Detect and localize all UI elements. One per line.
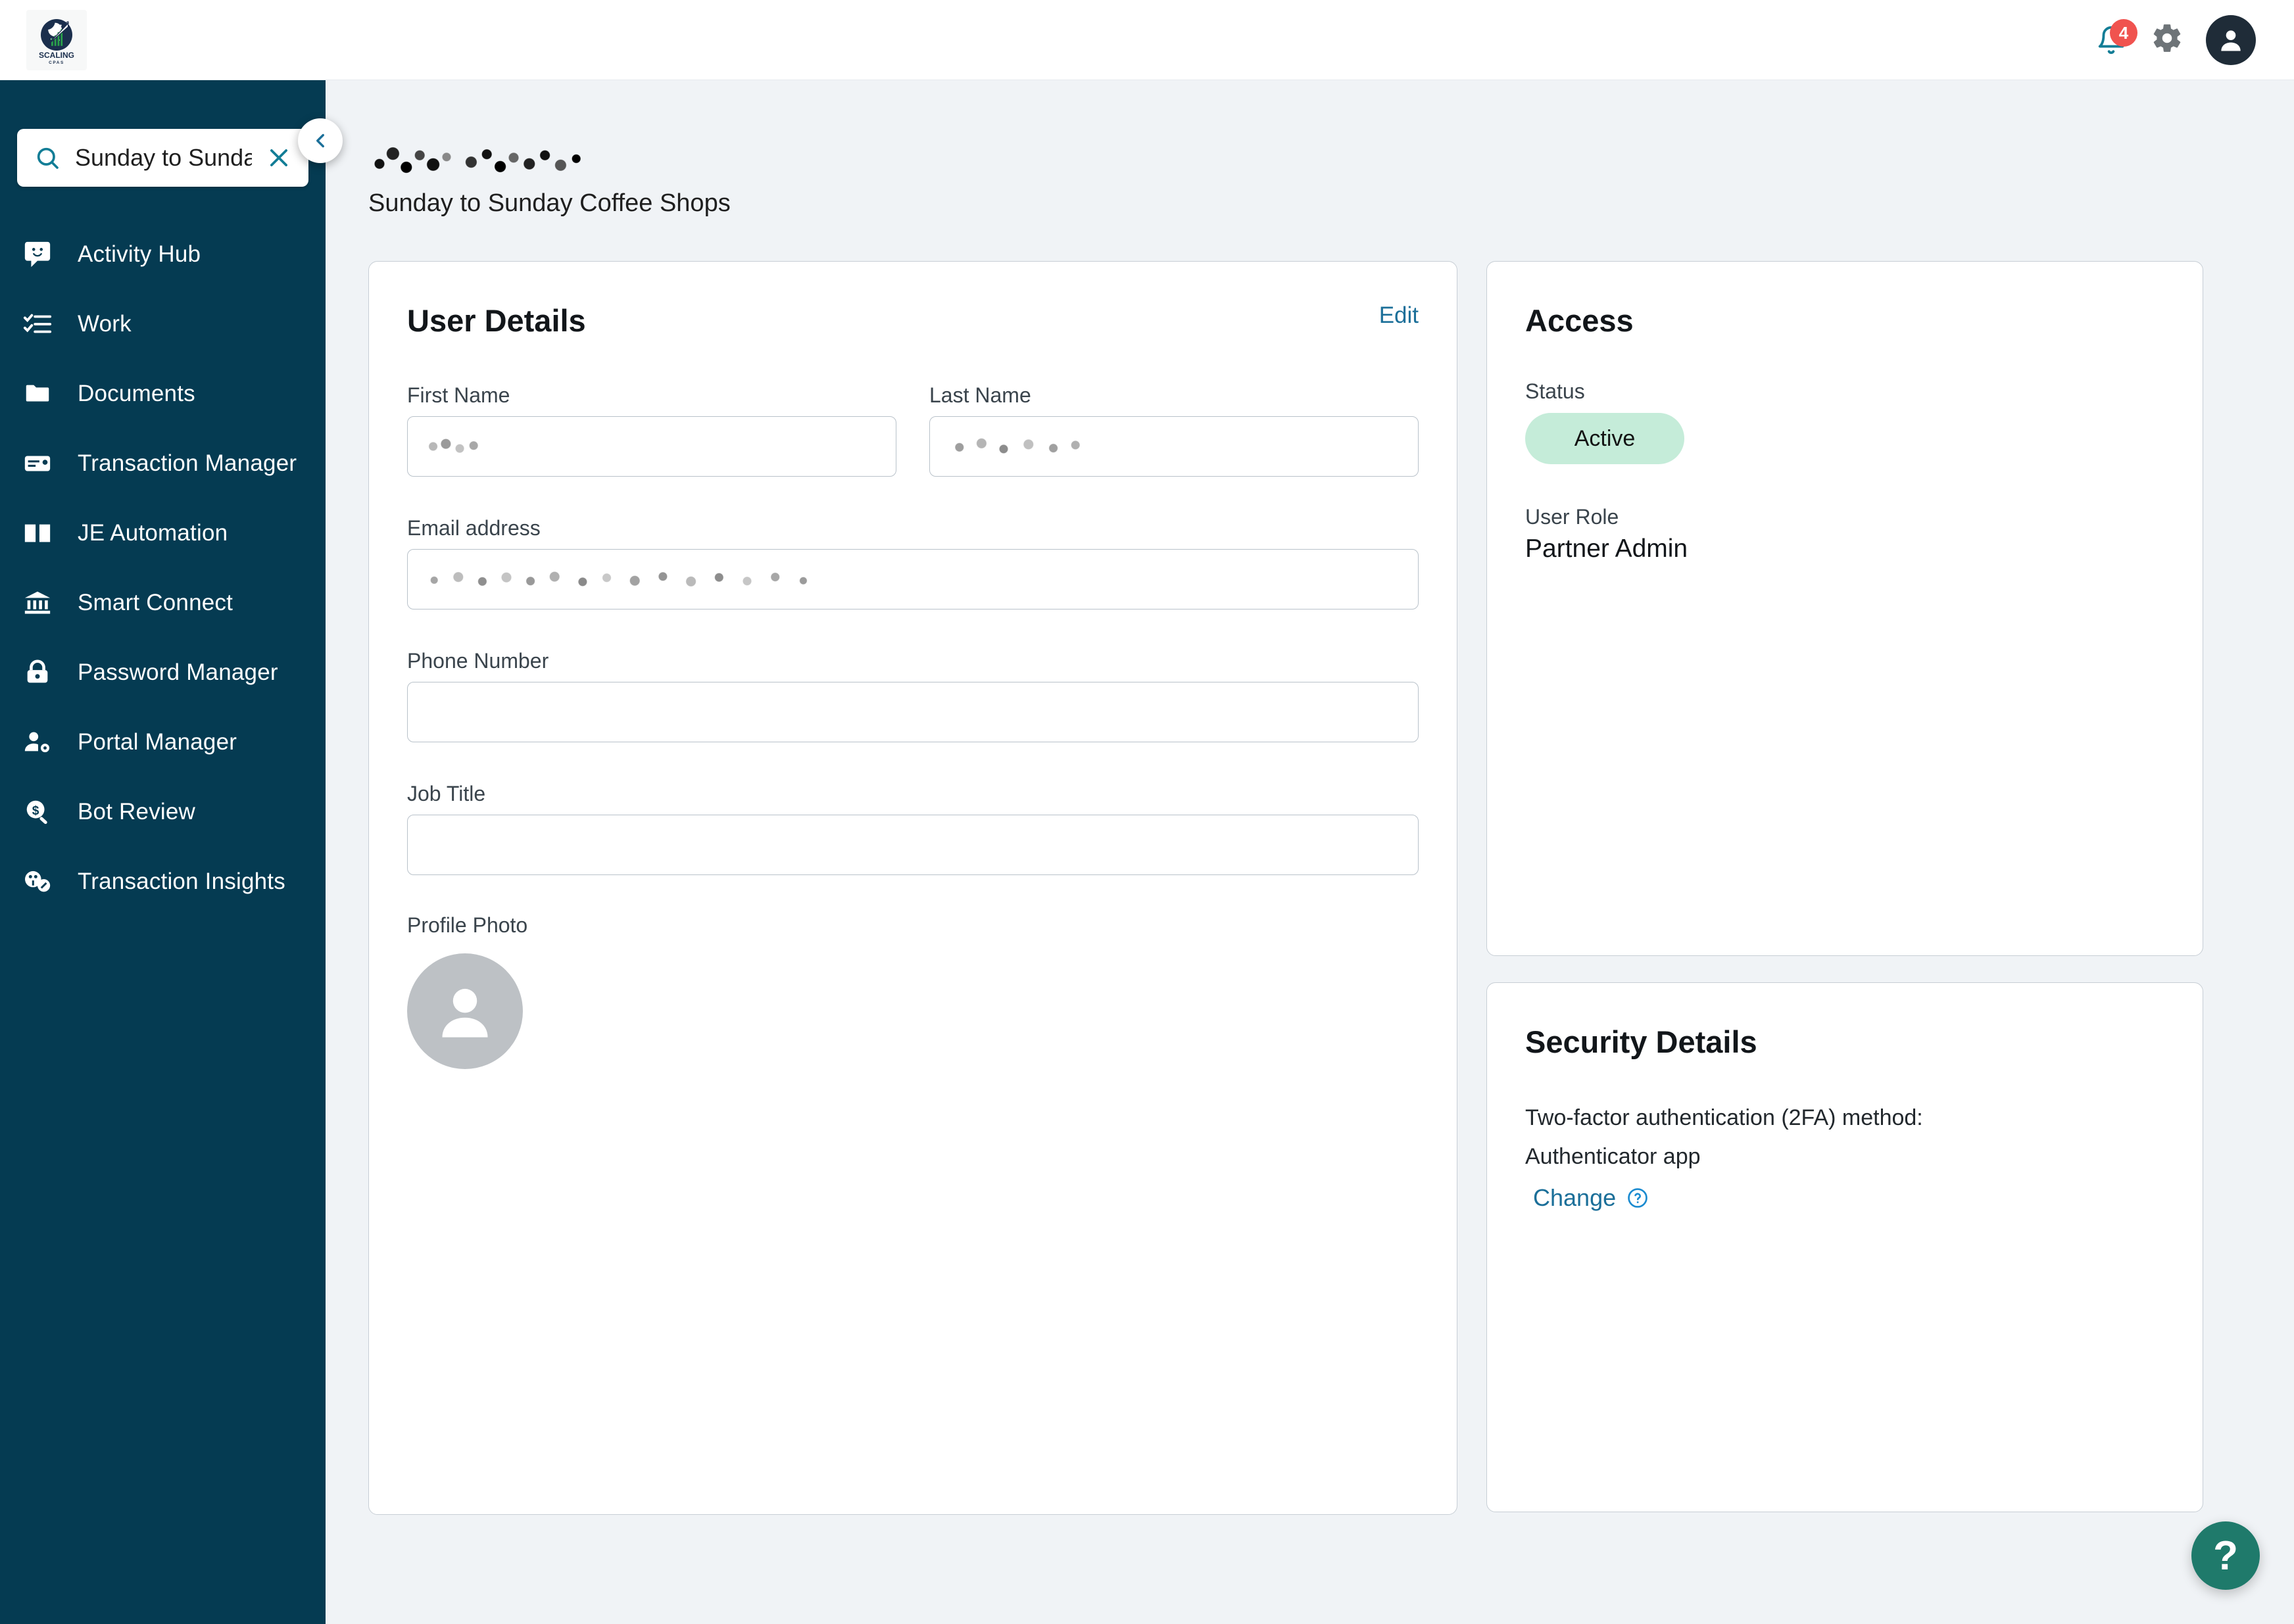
gear-icon: [2153, 24, 2181, 52]
security-details-title: Security Details: [1525, 1024, 1757, 1059]
last-name-input[interactable]: [929, 416, 1419, 477]
last-name-value-redacted: [948, 438, 1086, 455]
profile-photo-avatar[interactable]: [407, 953, 523, 1069]
settings-button[interactable]: [2151, 22, 2184, 58]
sidebar-collapse-button[interactable]: [298, 118, 343, 163]
phone-label: Phone Number: [407, 649, 549, 673]
question-circle-icon[interactable]: [1626, 1187, 1649, 1209]
sidebar-item-label: JE Automation: [78, 520, 228, 546]
sidebar-item-portal-manager[interactable]: Portal Manager: [0, 707, 326, 777]
user-placeholder-icon: [442, 988, 488, 1038]
change-2fa-button[interactable]: Change: [1533, 1184, 1616, 1212]
access-title: Access: [1525, 303, 1634, 338]
sidebar-item-transaction-insights[interactable]: Transaction Insights: [0, 847, 326, 917]
sidebar-item-label: Portal Manager: [78, 729, 237, 755]
lock-icon: [20, 655, 55, 690]
book-icon: [20, 515, 55, 551]
svg-text:SCALING: SCALING: [39, 51, 74, 60]
email-label: Email address: [407, 516, 541, 540]
sidebar-item-je-automation[interactable]: JE Automation: [0, 498, 326, 568]
sidebar-item-documents[interactable]: Documents: [0, 359, 326, 429]
topbar-actions: 4: [2094, 14, 2256, 65]
checklist-icon: [20, 306, 55, 342]
page-title: [368, 143, 592, 178]
sidebar: Sunday to Sunday ... Activity Hub: [0, 80, 343, 1624]
user-gear-icon: [20, 725, 55, 760]
sidebar-item-work[interactable]: Work: [0, 289, 326, 359]
status-badge: Active: [1525, 413, 1684, 464]
twofa-method-line1: Two-factor authentication (2FA) method:: [1525, 1105, 1923, 1130]
sidebar-item-label: Work: [78, 311, 132, 337]
user-avatar-icon: [2221, 30, 2241, 51]
sidebar-item-password-manager[interactable]: Password Manager: [0, 638, 326, 707]
user-role-value: Partner Admin: [1525, 535, 1688, 563]
sidebar-item-label: Smart Connect: [78, 590, 233, 615]
access-card: Access Status Active User Role Partner A…: [1486, 261, 2203, 956]
job-title-input[interactable]: [407, 815, 1419, 875]
sidebar-item-label: Documents: [78, 381, 195, 406]
sidebar-item-label: Password Manager: [78, 659, 278, 685]
phone-input[interactable]: [407, 682, 1419, 742]
app-root: SCALING CPAS 4 Sunday to Sunda Activity …: [0, 0, 2294, 1624]
user-details-header: User Details Edit: [407, 302, 1419, 339]
notification-badge: 4: [2110, 18, 2137, 47]
chat-bubble-icon: [20, 237, 55, 272]
profile-photo-label: Profile Photo: [407, 913, 528, 937]
svg-text:$: $: [32, 804, 39, 818]
sidebar-item-label: Bot Review: [78, 799, 196, 824]
sidebar-search[interactable]: Sunday to Sunday ...: [17, 129, 308, 187]
first-name-label: First Name: [407, 383, 510, 407]
search-icon: [37, 147, 59, 169]
email-field: Email address: [407, 516, 1419, 609]
first-name-value-redacted: [426, 438, 484, 455]
top-bar: SCALING CPAS 4: [0, 0, 2294, 80]
sidebar-item-activity-hub[interactable]: Activity Hub: [0, 220, 326, 289]
notifications-button[interactable]: 4: [2094, 18, 2137, 59]
security-details-card: Security Details Two-factor authenticati…: [1486, 982, 2203, 1512]
last-name-label: Last Name: [929, 383, 1031, 407]
page-subtitle: Sunday to Sunday Coffee Shops: [368, 189, 731, 217]
sidebar-item-transaction-manager[interactable]: Transaction Manager: [0, 429, 326, 498]
magnifier-dollar-icon: $: [20, 794, 55, 830]
email-input[interactable]: [407, 549, 1419, 609]
user-avatar-button[interactable]: [2206, 14, 2256, 65]
scaling-cpas-logo[interactable]: SCALING CPAS: [26, 9, 87, 70]
folder-icon: [20, 376, 55, 412]
sidebar-item-smart-connect[interactable]: Smart Connect: [0, 568, 326, 638]
sidebar-item-bot-review[interactable]: $ Bot Review: [0, 777, 326, 847]
help-button[interactable]: ?: [2191, 1521, 2260, 1590]
card-icon: [20, 446, 55, 481]
sidebar-item-label: Transaction Manager: [78, 450, 297, 476]
close-icon[interactable]: [266, 145, 291, 170]
chevron-left-icon: [316, 133, 324, 148]
sidebar-item-label: Activity Hub: [78, 241, 201, 267]
search-input[interactable]: Sunday to Sunday ...: [75, 144, 252, 172]
status-label: Status: [1525, 379, 1585, 403]
right-column: Access Status Active User Role Partner A…: [1486, 261, 2203, 1512]
sidebar-item-label: Transaction Insights: [78, 869, 285, 894]
change-2fa-row: Change: [1525, 1184, 2164, 1212]
job-title-label: Job Title: [407, 782, 486, 805]
job-title-field: Job Title: [407, 782, 1419, 875]
user-details-card: User Details Edit First Name Last Name E…: [368, 261, 1457, 1515]
user-role-label: User Role: [1525, 505, 1619, 529]
content-row: User Details Edit First Name Last Name E…: [368, 261, 2253, 1515]
main-content: Sunday to Sunday Coffee Shops User Detai…: [326, 80, 2294, 1624]
phone-field: Phone Number: [407, 649, 1419, 742]
sidebar-nav: Activity Hub Work Documents Transaction …: [0, 220, 326, 917]
edit-button[interactable]: Edit: [1379, 302, 1419, 329]
first-name-input[interactable]: [407, 416, 896, 477]
last-name-field: Last Name: [929, 383, 1419, 477]
insights-icon: [20, 864, 55, 899]
svg-text:CPAS: CPAS: [49, 60, 64, 65]
twofa-method-line2: Authenticator app: [1525, 1143, 1701, 1169]
first-name-field: First Name: [407, 383, 896, 477]
bank-icon: [20, 585, 55, 621]
user-details-title: User Details: [407, 303, 586, 338]
name-fields-row: First Name Last Name: [407, 383, 1419, 477]
email-value-redacted: [426, 570, 827, 588]
